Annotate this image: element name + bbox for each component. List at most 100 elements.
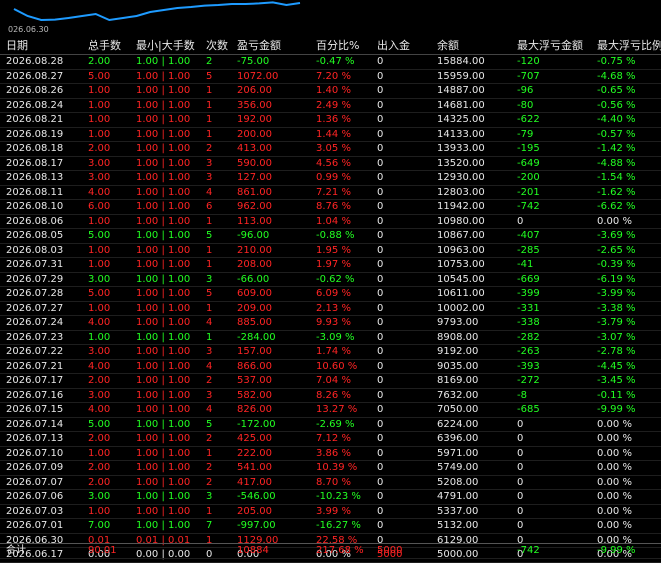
cell-pct: -16.27 % bbox=[316, 520, 361, 531]
cell-flow: 0 bbox=[377, 317, 384, 328]
equity-curve bbox=[13, 1, 301, 22]
cell-flow: 0 bbox=[377, 99, 384, 111]
table-row[interactable]: 2026.07.23 1.00 1.00 | 1.00 1 -284.00 -3.09 %… bbox=[0, 331, 661, 345]
cell-lots: 3.00 bbox=[88, 172, 111, 183]
cell-count: 5 bbox=[206, 70, 213, 82]
table-row[interactable]: 2026.08.05 5.00 1.00 | 1.00 5 -96.00 -0.88 % 0… bbox=[0, 229, 661, 244]
cell-maxdd: -41 bbox=[517, 259, 534, 270]
table-row[interactable]: 2026.07.13 2.00 1.00 | 1.00 2 425.00 7.12 % 0 6… bbox=[0, 432, 661, 447]
table-row[interactable]: 2026.07.03 1.00 1.00 | 1.00 1 205.00 3.99 % 0 5… bbox=[0, 505, 661, 519]
cell-flow: 0 bbox=[377, 215, 384, 227]
table-row[interactable]: 2026.07.14 5.00 1.00 | 1.00 5 -172.00 -2.69 %… bbox=[0, 418, 661, 432]
cell-date: 2026.08.11 bbox=[6, 186, 64, 198]
cell-pnl: 192.00 bbox=[237, 114, 272, 125]
cell-minmax: 1.00 | 1.00 bbox=[136, 302, 191, 314]
cell-pct: 1.44 % bbox=[316, 128, 351, 140]
cell-pct: 2.49 % bbox=[316, 99, 351, 111]
cell-maxdd: -285 bbox=[517, 244, 540, 256]
cell-lots: 1.00 bbox=[88, 259, 111, 270]
table-row[interactable]: 2026.08.21 1.00 1.00 | 1.00 1 192.00 1.36 % 0 1… bbox=[0, 113, 661, 128]
cell-pnl: 885.00 bbox=[237, 317, 272, 328]
cell-minmax: 1.00 | 1.00 bbox=[136, 259, 191, 270]
table-row[interactable]: 2026.08.17 3.00 1.00 | 1.00 3 590.00 4.56 % 0 1… bbox=[0, 157, 661, 171]
table-row[interactable]: 2026.08.24 1.00 1.00 | 1.00 1 356.00 2.49 % 0 1… bbox=[0, 99, 661, 113]
cell-balance: 8169.00 bbox=[437, 375, 479, 386]
table-row[interactable]: 2026.07.07 2.00 1.00 | 1.00 2 417.00 8.70 % 0 5… bbox=[0, 476, 661, 490]
cell-pct: 1.36 % bbox=[316, 114, 351, 125]
cell-balance: 12930.00 bbox=[437, 172, 485, 183]
table-row[interactable]: 2026.08.27 5.00 1.00 | 1.00 5 1072.00 7.20 % 0… bbox=[0, 70, 661, 84]
cell-maxdd: -399 bbox=[517, 288, 540, 299]
table-row[interactable]: 2026.08.10 6.00 1.00 | 1.00 6 962.00 8.76 % 0 1… bbox=[0, 200, 661, 215]
table-row[interactable]: 2026.07.15 4.00 1.00 | 1.00 4 826.00 13.27 % 0… bbox=[0, 403, 661, 418]
col-minmax[interactable]: 最小|大手数 bbox=[136, 37, 203, 54]
col-maxdd[interactable]: 最大浮亏金额 bbox=[517, 37, 593, 54]
cell-flow: 0 bbox=[377, 433, 384, 444]
cell-pct: 1.97 % bbox=[316, 259, 351, 270]
table-row[interactable]: 2026.07.28 5.00 1.00 | 1.00 5 609.00 6.09 % 0 1… bbox=[0, 287, 661, 302]
table-row[interactable]: 2026.08.11 4.00 1.00 | 1.00 4 861.00 7.21 % 0 1… bbox=[0, 186, 661, 200]
cell-maxdd: -331 bbox=[517, 302, 540, 314]
cell-lots: 5.00 bbox=[88, 230, 111, 241]
table-row[interactable]: 2026.07.10 1.00 1.00 | 1.00 1 222.00 3.86 % 0 5… bbox=[0, 447, 661, 461]
table-row[interactable]: 2026.07.27 1.00 1.00 | 1.00 1 209.00 2.13 % 0 1… bbox=[0, 302, 661, 316]
cell-flow: 0 bbox=[377, 259, 384, 270]
cell-maxddpct: 0.00 % bbox=[597, 433, 632, 444]
cell-pct: 1.40 % bbox=[316, 85, 351, 96]
cell-balance: 9793.00 bbox=[437, 317, 479, 328]
table-row[interactable]: 2026.07.24 4.00 1.00 | 1.00 4 885.00 9.93 % 0 9… bbox=[0, 316, 661, 331]
table-row[interactable]: 2026.07.31 1.00 1.00 | 1.00 1 208.00 1.97 % 0 1… bbox=[0, 258, 661, 273]
cell-pnl: -546.00 bbox=[237, 491, 276, 502]
table-row[interactable]: 2026.07.09 2.00 1.00 | 1.00 2 541.00 10.39 % 0… bbox=[0, 461, 661, 476]
table-row[interactable]: 2026.08.26 1.00 1.00 | 1.00 1 206.00 1.40 % 0 1… bbox=[0, 84, 661, 99]
cell-flow: 0 bbox=[377, 302, 384, 314]
table-row[interactable]: 2026.07.22 3.00 1.00 | 1.00 3 157.00 1.74 % 0 9… bbox=[0, 345, 661, 360]
col-flow[interactable]: 出入金 bbox=[377, 37, 434, 54]
cell-lots: 4.00 bbox=[88, 404, 111, 415]
cell-balance: 10002.00 bbox=[437, 302, 485, 314]
cell-pnl: 425.00 bbox=[237, 433, 272, 444]
cell-flow: 0 bbox=[377, 56, 384, 67]
table-row[interactable]: 2026.08.19 1.00 1.00 | 1.00 1 200.00 1.44 % 0 1… bbox=[0, 128, 661, 142]
cell-balance: 6224.00 bbox=[437, 418, 479, 430]
cell-pct: -2.69 % bbox=[316, 418, 355, 430]
table-row[interactable]: 2026.08.06 1.00 1.00 | 1.00 1 113.00 1.04 % 0 1… bbox=[0, 215, 661, 229]
cell-balance: 7632.00 bbox=[437, 389, 479, 401]
cell-minmax: 1.00 | 1.00 bbox=[136, 389, 191, 401]
col-balance[interactable]: 余额 bbox=[437, 37, 513, 54]
table-row[interactable]: 2026.07.29 3.00 1.00 | 1.00 3 -66.00 -0.62 % 0… bbox=[0, 273, 661, 287]
cell-balance: 13520.00 bbox=[437, 157, 485, 169]
table-row[interactable]: 2026.07.06 3.00 1.00 | 1.00 3 -546.00 -10.23 … bbox=[0, 490, 661, 505]
cell-maxddpct: -0.11 % bbox=[597, 389, 636, 401]
col-pnl[interactable]: 盈亏金额 bbox=[237, 37, 311, 54]
cell-flow: 0 bbox=[377, 505, 384, 517]
table-row[interactable]: 2026.07.16 3.00 1.00 | 1.00 3 582.00 8.26 % 0 7… bbox=[0, 389, 661, 403]
col-date[interactable]: 日期 bbox=[6, 37, 84, 54]
cell-count: 1 bbox=[206, 85, 213, 96]
table-row[interactable]: 2026.08.13 3.00 1.00 | 1.00 3 127.00 0.99 % 0 1… bbox=[0, 171, 661, 186]
cell-date: 2026.08.26 bbox=[6, 85, 64, 96]
cell-pct: 8.76 % bbox=[316, 201, 351, 212]
table-row[interactable]: 2026.08.18 2.00 1.00 | 1.00 2 413.00 3.05 % 0 1… bbox=[0, 142, 661, 157]
col-count[interactable]: 次数 bbox=[206, 37, 234, 54]
cell-maxddpct: -9.99 % bbox=[597, 404, 636, 415]
table-row[interactable]: 2026.08.03 1.00 1.00 | 1.00 1 210.00 1.95 % 0 1… bbox=[0, 244, 661, 258]
cell-maxddpct: -1.42 % bbox=[597, 143, 636, 154]
col-maxddpct[interactable]: 最大浮亏比例 bbox=[597, 37, 661, 54]
col-pct[interactable]: 百分比% bbox=[316, 37, 373, 54]
cell-maxddpct: -3.69 % bbox=[597, 230, 636, 241]
cell-count: 5 bbox=[206, 230, 213, 241]
cell-lots: 5.00 bbox=[88, 418, 111, 430]
table-row[interactable]: 2026.07.17 2.00 1.00 | 1.00 2 537.00 7.04 % 0 8… bbox=[0, 374, 661, 389]
table-row[interactable]: 2026.07.01 7.00 1.00 | 1.00 7 -997.00 -16.27 … bbox=[0, 519, 661, 534]
cell-pnl: 962.00 bbox=[237, 201, 272, 212]
cell-date: 2026.08.10 bbox=[6, 201, 64, 212]
table-row[interactable]: 2026.07.21 4.00 1.00 | 1.00 4 866.00 10.60 % 0… bbox=[0, 360, 661, 374]
cell-flow: 0 bbox=[377, 389, 384, 401]
cell-date: 2026.08.28 bbox=[6, 56, 64, 67]
cell-count: 1 bbox=[206, 114, 213, 125]
cell-maxdd: -8 bbox=[517, 389, 527, 401]
col-lots[interactable]: 总手数 bbox=[88, 37, 134, 54]
cell-flow: 0 bbox=[377, 288, 384, 299]
table-row[interactable]: 2026.08.28 2.00 1.00 | 1.00 2 -75.00 -0.47 % 0… bbox=[0, 55, 661, 70]
